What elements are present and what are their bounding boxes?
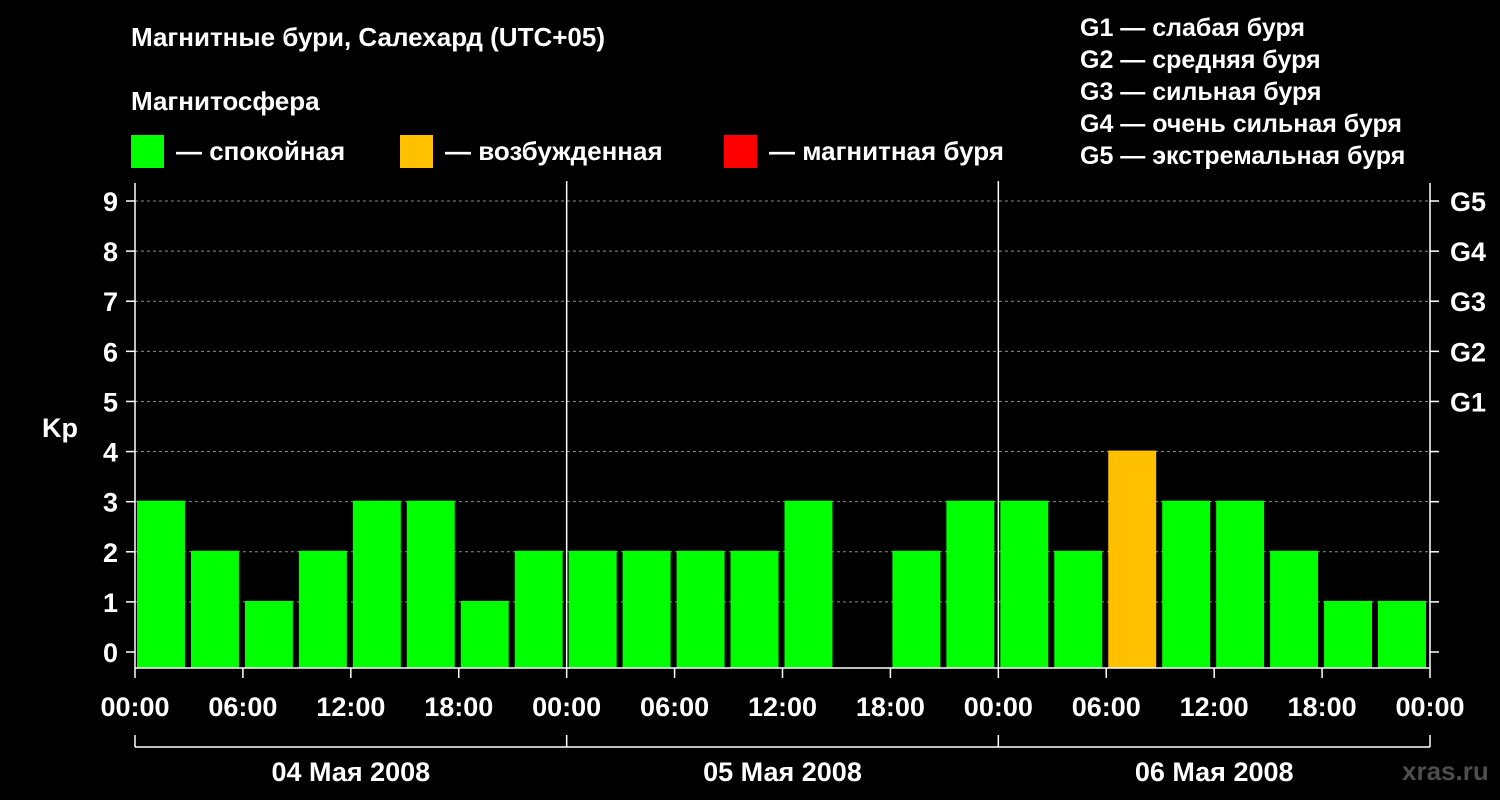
y-tick-label: 1 bbox=[103, 588, 118, 618]
date-label: 04 Мая 2008 bbox=[271, 757, 430, 787]
kp-bar bbox=[568, 550, 617, 668]
date-label: 06 Мая 2008 bbox=[1135, 757, 1294, 787]
x-tick-label: 06:00 bbox=[1072, 692, 1141, 722]
kp-bar bbox=[406, 500, 455, 668]
x-tick-label: 18:00 bbox=[1288, 692, 1357, 722]
kp-bar bbox=[1216, 500, 1265, 668]
kp-bar bbox=[244, 600, 293, 668]
kp-bar bbox=[1054, 550, 1103, 668]
kp-bar bbox=[946, 500, 995, 668]
y-tick-label: 6 bbox=[103, 337, 118, 367]
kp-bar bbox=[298, 550, 347, 668]
watermark: xras.ru bbox=[1402, 756, 1489, 786]
kp-bar bbox=[352, 500, 401, 668]
x-tick-label: 18:00 bbox=[424, 692, 493, 722]
kp-bar bbox=[1324, 600, 1373, 668]
y-axis-label: Kp bbox=[42, 413, 78, 443]
storm-level-label: G1 bbox=[1450, 387, 1486, 417]
x-tick-label: 18:00 bbox=[856, 692, 925, 722]
x-tick-label: 00:00 bbox=[532, 692, 601, 722]
kp-bar bbox=[730, 550, 779, 668]
kp-bar bbox=[1000, 500, 1049, 668]
date-label: 05 Мая 2008 bbox=[703, 757, 862, 787]
y-tick-label: 7 bbox=[103, 287, 118, 317]
storm-level-label: G2 bbox=[1450, 337, 1486, 367]
y-tick-label: 2 bbox=[103, 538, 118, 568]
y-tick-label: 4 bbox=[103, 438, 118, 468]
x-tick-label: 06:00 bbox=[208, 692, 277, 722]
storm-level-label: G4 bbox=[1450, 237, 1486, 267]
x-tick-label: 12:00 bbox=[316, 692, 385, 722]
y-tick-label: 0 bbox=[103, 638, 118, 668]
storm-level-label: G5 bbox=[1450, 187, 1486, 217]
kp-bar bbox=[514, 550, 563, 668]
kp-bar bbox=[676, 550, 725, 668]
kp-bar bbox=[460, 600, 509, 668]
storm-level-label: G3 bbox=[1450, 287, 1486, 317]
kp-bar-chart: 0 1 2 3 4 5 6 7 8 9 G1 G2 G3 G4 G5 Kp 00:00 06:00 12:00 18:… bbox=[42, 181, 1486, 787]
x-tick-label: 12:00 bbox=[1180, 692, 1249, 722]
kp-bar bbox=[1108, 450, 1157, 668]
y-tick-label: 3 bbox=[103, 488, 118, 518]
kp-bar bbox=[622, 550, 671, 668]
x-tick-label: 00:00 bbox=[100, 692, 169, 722]
kp-bar bbox=[137, 500, 185, 668]
kp-bar bbox=[1270, 550, 1319, 668]
x-tick-label: 12:00 bbox=[748, 692, 817, 722]
kp-bar bbox=[190, 550, 239, 668]
kp-bar bbox=[1162, 500, 1211, 668]
kp-bar bbox=[1378, 600, 1426, 668]
y-tick-label: 8 bbox=[103, 237, 118, 267]
x-tick-label: 06:00 bbox=[640, 692, 709, 722]
kp-bar bbox=[892, 550, 941, 668]
y-tick-label: 9 bbox=[103, 187, 118, 217]
kp-bar bbox=[784, 500, 833, 668]
y-tick-label: 5 bbox=[103, 387, 118, 417]
x-tick-label: 00:00 bbox=[1395, 692, 1464, 722]
x-tick-label: 00:00 bbox=[964, 692, 1033, 722]
